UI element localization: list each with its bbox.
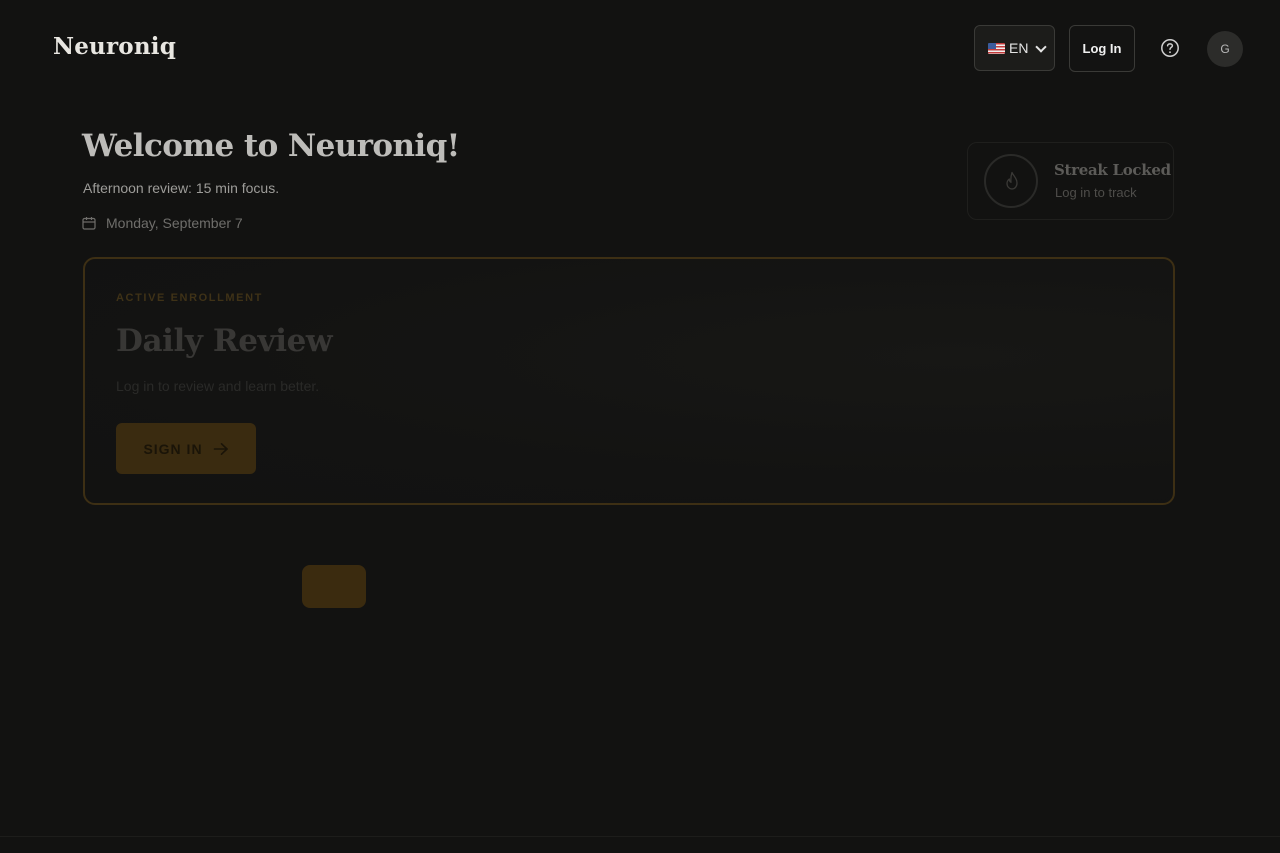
date-label: Monday, September 7 — [106, 215, 243, 231]
streak-ring — [984, 154, 1038, 208]
login-button[interactable]: Log In — [1069, 25, 1135, 72]
streak-subtitle: Log in to track — [1055, 185, 1137, 200]
enrollment-card: ACTIVE ENROLLMENT Daily Review Log in to… — [83, 257, 1175, 505]
streak-card: Streak Locked Log in to track — [967, 142, 1174, 220]
arrow-right-icon — [213, 442, 228, 455]
date-row: Monday, September 7 — [82, 215, 243, 231]
us-flag-icon — [988, 42, 1005, 54]
calendar-icon — [82, 217, 96, 230]
enrollment-description: Log in to review and learn better. — [116, 378, 320, 394]
enrollment-tag: ACTIVE ENROLLMENT — [116, 292, 263, 304]
streak-title: Streak Locked — [1054, 161, 1171, 179]
page: Neuroniq EN Log In G Welcome to Neuroniq… — [0, 0, 1280, 853]
enrollment-title: Daily Review — [116, 323, 333, 359]
language-label: EN — [1009, 40, 1029, 56]
footer-divider — [0, 836, 1280, 837]
action-button[interactable] — [302, 565, 366, 608]
avatar[interactable]: G — [1207, 31, 1243, 67]
sign-in-label: SIGN IN — [143, 440, 203, 457]
sign-in-button[interactable]: SIGN IN — [116, 423, 256, 474]
flame-icon — [1006, 171, 1018, 190]
language-select[interactable]: EN — [974, 25, 1055, 71]
brand-logo[interactable]: Neuroniq — [53, 33, 176, 60]
welcome-subtitle: Afternoon review: 15 min focus. — [83, 180, 280, 196]
page-title: Welcome to Neuroniq! — [82, 128, 460, 164]
chevron-down-icon — [1035, 41, 1047, 53]
help-circle-icon[interactable] — [1160, 38, 1180, 58]
